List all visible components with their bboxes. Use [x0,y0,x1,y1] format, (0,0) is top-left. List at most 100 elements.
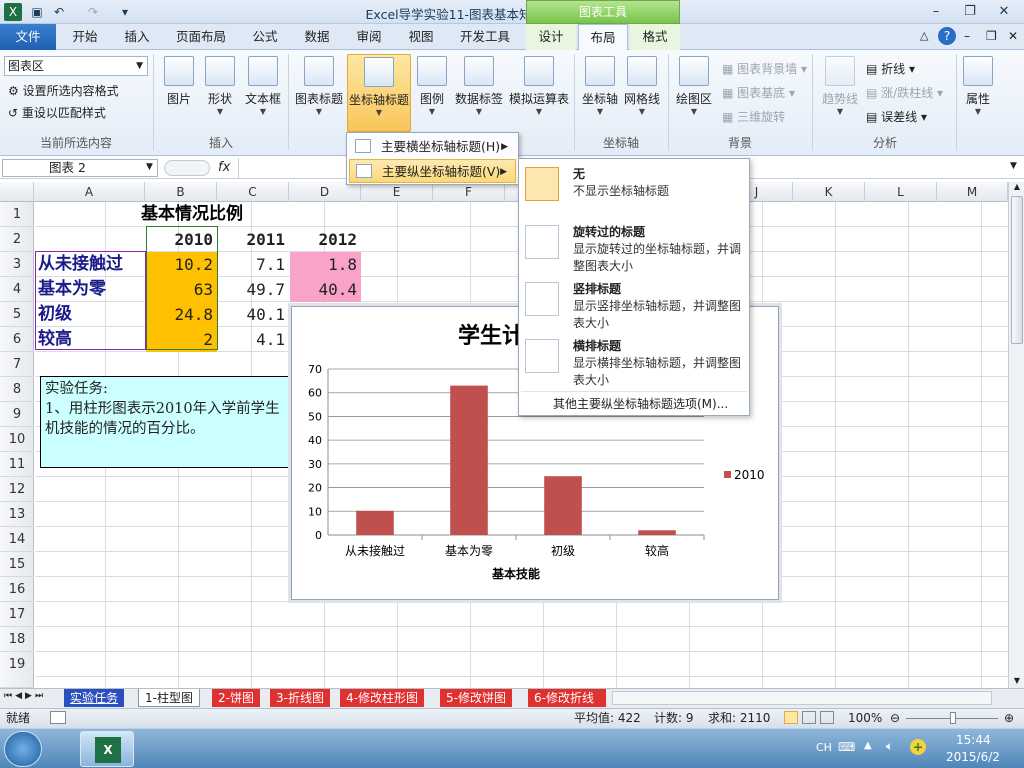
taskbar-excel-button[interactable]: X [80,731,134,767]
collapse-ribbon-icon[interactable]: △ [920,29,928,42]
data-cell[interactable]: 40.1 [218,302,289,327]
zoom-level[interactable]: 100% [848,709,882,727]
row-header[interactable]: 1 [0,202,34,227]
data-table-button[interactable]: 模拟运算表 ▼ [507,56,571,116]
tab-format[interactable]: 格式 [630,24,680,50]
year-header-2012[interactable]: 2012 [290,227,361,252]
data-cell[interactable]: 49.7 [218,277,289,302]
clock-date[interactable]: 2015/6/2 [946,750,1000,764]
menu-item-primary-horizontal-axis-title[interactable]: 主要横坐标轴标题(H) ▶ [349,135,516,159]
close-icon[interactable]: ✕ [990,2,1018,22]
row-header[interactable]: 4 [0,277,34,302]
axes-button[interactable]: 坐标轴 ▼ [580,56,620,116]
row-header[interactable]: 10 [0,427,34,452]
menu-item-primary-vertical-axis-title[interactable]: 主要纵坐标轴标题(V) ▶ [349,159,516,183]
axis-titles-button[interactable]: 坐标轴标题 ▼ [347,54,411,132]
column-header[interactable]: B [145,182,217,202]
tab-insert[interactable]: 插入 [114,24,160,50]
row-header[interactable]: 2 [0,227,34,252]
tray-expand-icon[interactable]: ▲ [864,740,872,751]
name-box[interactable]: 图表 2 [2,159,158,177]
page-layout-view-icon[interactable] [802,711,816,724]
zoom-in-icon[interactable]: ⊕ [1004,709,1014,727]
sheet-tab[interactable]: 2-饼图 [212,689,260,707]
keyboard-icon[interactable]: ⌨ [838,740,855,754]
input-language[interactable]: CH [816,741,832,754]
tab-formulas[interactable]: 公式 [242,24,288,50]
row-header[interactable]: 17 [0,602,34,627]
start-button-icon[interactable] [4,731,42,767]
tab-view[interactable]: 视图 [398,24,444,50]
tab-review[interactable]: 审阅 [346,24,392,50]
help-icon[interactable]: ? [938,27,956,45]
tab-file[interactable]: 文件 [0,24,56,50]
option-vertical-title[interactable]: 竖排标题 显示竖排坐标轴标题，并调整图表大小 [521,278,747,334]
column-header[interactable]: E [361,182,433,202]
row-header[interactable]: 9 [0,402,34,427]
column-header[interactable]: K [793,182,865,202]
sheet-nav-arrows[interactable]: ⏮◀▶⏭ [4,691,46,701]
trendline-button[interactable]: 趋势线 ▼ [818,56,862,116]
row-header[interactable]: 8 [0,377,34,402]
sheet-tab[interactable]: 3-折线图 [270,689,330,707]
column-header[interactable]: F [433,182,505,202]
plot-area-button[interactable]: 绘图区 ▼ [672,56,716,116]
data-cell[interactable]: 1.8 [290,252,361,277]
row-header[interactable]: 11 [0,452,34,477]
row-header[interactable]: 19 [0,652,34,688]
more-options-item[interactable]: 其他主要纵坐标轴标题选项(M)... [553,395,728,412]
tab-data[interactable]: 数据 [294,24,340,50]
clock-time[interactable]: 15:44 [956,733,991,747]
gridlines-button[interactable]: 网格线 ▼ [622,56,662,116]
row-header[interactable]: 16 [0,577,34,602]
error-bars-button[interactable]: ▤ 误差线 ▾ [866,108,927,125]
restore-icon[interactable]: ❐ [956,2,984,22]
chart-floor-button[interactable]: ▦ 图表基底 ▾ [722,84,795,101]
year-header-2011[interactable]: 2011 [218,227,289,252]
chart-element-selector[interactable]: 图表区 ▼ [4,56,148,76]
row-header[interactable]: 13 [0,502,34,527]
scroll-up-icon[interactable]: ▲ [1011,182,1023,192]
option-rotated-title[interactable]: 旋转过的标题 显示旋转过的坐标轴标题，并调整图表大小 [521,221,747,277]
row-header[interactable]: 14 [0,527,34,552]
column-header[interactable]: A [34,182,145,202]
task-textbox[interactable]: 实验任务: 1、用柱形图表示2010年入学前学生 机技能的情况的百分比。 [40,376,296,468]
data-cell[interactable]: 7.1 [218,252,289,277]
reset-style-button[interactable]: ↺ 重设以匹配样式 [8,104,106,121]
sheet-tab[interactable]: 6-修改折线 [528,689,606,707]
insert-textbox-button[interactable]: 文本框 ▼ [242,56,284,116]
formula-bar-resize-handle[interactable] [164,160,210,176]
chart-title-button[interactable]: 图表标题 ▼ [293,56,345,116]
row-header[interactable]: 15 [0,552,34,577]
zoom-slider-thumb[interactable] [950,712,956,724]
minimize-icon[interactable]: – [922,2,950,22]
expand-formula-icon[interactable]: ▼ [1010,161,1017,171]
zoom-out-icon[interactable]: ⊖ [890,709,900,727]
tab-layout[interactable]: 布局 [578,24,628,51]
row-header[interactable]: 7 [0,352,34,377]
volume-icon[interactable]: 🔈︎ [886,739,893,754]
insert-picture-button[interactable]: 图片 [160,56,198,107]
macro-record-icon[interactable] [50,711,66,724]
format-selection-button[interactable]: ⚙ 设置所选内容格式 [8,82,119,99]
column-header[interactable]: M [937,182,1008,202]
option-none[interactable]: 无 不显示坐标轴标题 [521,163,747,215]
scrollbar-thumb[interactable] [1011,196,1023,344]
horizontal-scrollbar[interactable] [612,691,992,705]
workbook-minimize-icon[interactable]: – [964,29,970,43]
sheet-tab[interactable]: 实验任务 [64,689,125,707]
insert-shapes-button[interactable]: 形状 ▼ [201,56,239,116]
normal-view-icon[interactable] [784,711,798,724]
workbook-restore-icon[interactable]: ❐ [986,29,997,43]
tab-developer[interactable]: 开发工具 [452,24,518,50]
tab-design[interactable]: 设计 [526,24,576,50]
fx-icon[interactable]: fx [218,160,230,175]
3d-rotation-button[interactable]: ▦ 三维旋转 [722,108,785,125]
chart-wall-button[interactable]: ▦ 图表背景墙 ▾ [722,60,807,77]
sheet-tab-active[interactable]: 1-柱型图 [138,689,200,707]
row-header[interactable]: 12 [0,477,34,502]
sheet-tab[interactable]: 4-修改柱形图 [340,689,424,707]
sheet-tab[interactable]: 5-修改饼图 [440,689,512,707]
chevron-down-icon[interactable]: ▼ [146,162,153,172]
row-header[interactable]: 6 [0,327,34,352]
